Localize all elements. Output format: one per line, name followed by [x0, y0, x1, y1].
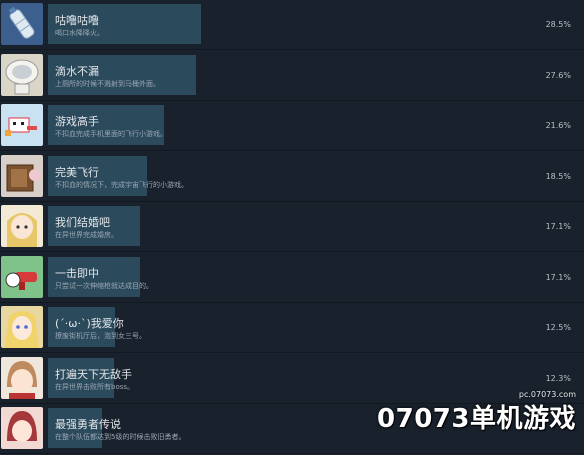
- unlock-percentage: 28.5%: [545, 20, 571, 29]
- achievement-description: 喝口水降降火。: [55, 29, 104, 37]
- achievement-title: 我们结婚吧: [55, 216, 110, 229]
- achievement-description: 不扣血的情况下，完成宇宙飞行的小游戏。: [55, 180, 188, 189]
- achievement-title: 完美飞行: [55, 165, 99, 179]
- unlock-percentage: 17.1%: [545, 272, 571, 282]
- brown-hair-boy-icon: [1, 356, 43, 399]
- unlock-percentage: 27.6%: [545, 70, 571, 80]
- unlock-percentage: 12.3%: [545, 373, 571, 383]
- water-bottle-icon: [1, 3, 43, 45]
- achievement-row: 滴水不漏 上厕所的时候不溅射到马桶外面。 27.6%: [0, 50, 584, 101]
- unlock-percentage: 21.6%: [545, 121, 571, 130]
- achievement-title: 滴水不漏: [55, 64, 99, 78]
- box-character-icon: [1, 154, 43, 197]
- achievement-list: 咕噜咕噜喝口水降降火。 28.5% 滴水不漏 上厕所的时候不溅射到马桶外面。 27.6%…: [0, 0, 584, 455]
- achievement-title: (´·ω·`)我爱你: [55, 317, 124, 330]
- achievement-row: 完美飞行 不扣血的情况下，完成宇宙飞行的小游戏。 18.5%: [0, 151, 584, 202]
- glove-gun-icon: [1, 255, 43, 298]
- achievement-description: 撩废街机厅后，泡到女三号。: [55, 332, 146, 340]
- unlock-percentage: 12.5%: [545, 323, 571, 332]
- watermark-logo: 07073单机游戏: [377, 404, 576, 434]
- blonde-girl-icon: [1, 205, 43, 247]
- achievement-description: 在整个队伍都达到5级的时候击败旧勇者。: [55, 433, 186, 441]
- achievement-row: 我们结婚吧在异世界完成婚房。 17.1%: [0, 202, 584, 252]
- achievement-title: 游戏高手: [55, 115, 99, 128]
- achievement-row: 游戏高手不扣血完成手机里面的飞行小游戏。 21.6%: [0, 101, 584, 151]
- toilet-icon: [1, 53, 43, 96]
- achievement-row: 咕噜咕噜喝口水降降火。 28.5%: [0, 0, 584, 50]
- achievement-description: 只尝试一次伸缩枪就达成目的。: [55, 281, 153, 290]
- blonde-woman-icon: [1, 306, 43, 348]
- achievement-title: 一击即中: [55, 266, 99, 280]
- achievement-row: 一击即中 只尝试一次伸缩枪就达成目的。 17.1%: [0, 252, 584, 303]
- pixel-character-icon: [1, 104, 43, 146]
- unlock-percentage: 17.1%: [545, 222, 571, 231]
- achievement-description: 在异世界击败所有boss。: [55, 382, 135, 391]
- achievement-row: 打遍天下无敌手 在异世界击败所有boss。 12.3%: [0, 353, 584, 404]
- achievement-description: 在异世界完成婚房。: [55, 231, 118, 239]
- red-hair-hero-icon: [1, 407, 43, 449]
- achievement-row: (´·ω·`)我爱你撩废街机厅后，泡到女三号。 12.5%: [0, 303, 584, 353]
- achievement-title: 打遍天下无敌手: [55, 367, 132, 381]
- achievement-description: 不扣血完成手机里面的飞行小游戏。: [55, 130, 167, 138]
- unlock-percentage: 18.5%: [545, 171, 571, 181]
- achievement-title: 咕噜咕噜: [55, 14, 99, 27]
- achievement-description: 上厕所的时候不溅射到马桶外面。: [55, 79, 160, 88]
- achievement-title: 最强勇者传说: [55, 418, 121, 431]
